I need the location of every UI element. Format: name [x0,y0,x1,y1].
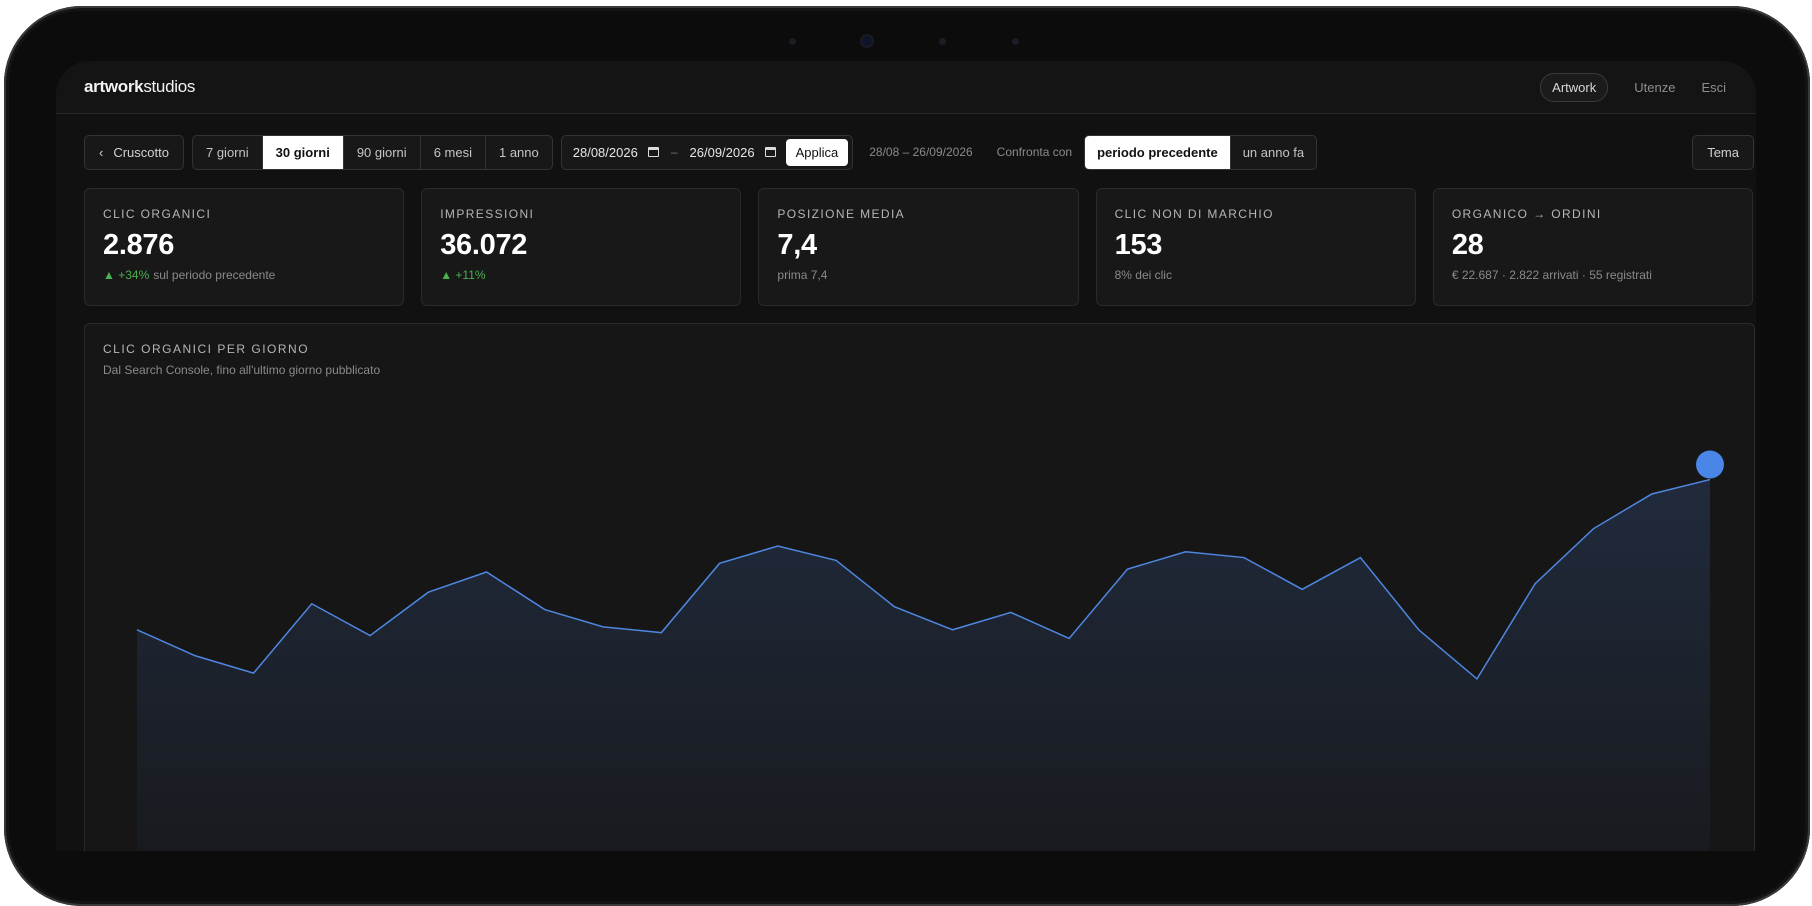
kpi-row: CLIC ORGANICI 2.876 ▲ +34% sul periodo pr… [84,188,1754,306]
camera-lens [862,36,873,46]
period-30-days[interactable]: 30 giorni [262,135,344,169]
calendar-icon[interactable] [647,147,659,157]
daily-clicks-chart [136,450,1724,851]
kpi-value: 2.876 [103,229,175,261]
kpi-card-impressions: IMPRESSIONI 36.072 ▲ +11% [421,188,742,306]
period-selector: 7 giorni 30 giorni 90 giorni 6 mesi 1 an… [191,134,553,170]
apply-button[interactable]: Applica [785,138,849,166]
kpi-card-organic-clicks: CLIC ORGANICI 2.876 ▲ +34% sul periodo pr… [84,188,405,306]
kpi-label: ORGANICO → ORDINI [1451,207,1602,221]
back-button[interactable]: ‹ Cruscotto [84,134,184,170]
compare-year-ago[interactable]: un anno fa [1231,136,1316,169]
camera-bar [779,28,1029,54]
kpi-delta: ▲ +11% [440,268,486,282]
chart-title: CLIC ORGANICI PER GIORNO [103,342,310,356]
kpi-value: 28 [1451,229,1484,261]
date-from-input[interactable]: 28/08/2026 [573,145,659,160]
kpi-sub: 8% dei clic [1114,268,1172,282]
kpi-value: 7,4 [777,229,817,261]
range-summary: 28/08 – 26/09/2026 [869,145,973,159]
kpi-card-non-brand-clicks: CLIC NON DI MARCHIO 153 8% dei clic [1095,188,1416,306]
calendar-icon[interactable] [764,147,776,157]
sensor-dot [789,37,796,45]
app-screen: artworkstudios Artwork Utenze Esci ‹ Cru… [56,61,1756,851]
kpi-card-organic-orders: ORGANICO → ORDINI 28 € 22.687 · 2.822 ar… [1432,188,1754,306]
period-1-year[interactable]: 1 anno [486,136,552,169]
theme-button[interactable]: Tema [1692,134,1754,170]
nav-item-artwork[interactable]: Artwork [1540,72,1609,102]
sensor-dot [1011,37,1019,45]
latest-point-marker[interactable] [1696,450,1724,479]
kpi-label: POSIZIONE MEDIA [777,207,906,221]
kpi-sub: € 22.687 · 2.822 arrivati · 55 registrat… [1451,268,1652,282]
period-6-months[interactable]: 6 mesi [421,135,486,169]
period-7-days[interactable]: 7 giorni [193,135,263,169]
period-90-days[interactable]: 90 giorni [344,135,421,169]
top-navigation: artworkstudios Artwork Utenze Esci [56,61,1756,114]
nav-item-utenze[interactable]: Utenze [1634,80,1675,95]
kpi-label: CLIC NON DI MARCHIO [1114,207,1274,221]
nav-right: Artwork Utenze Esci [1540,72,1726,102]
sensor-dot [938,37,946,45]
chevron-left-icon: ‹ [99,144,104,160]
compare-label: Confronta con [996,145,1073,159]
area-fill [137,479,1710,851]
date-range-picker: 28/08/2026 – 26/09/2026 Applica [560,134,854,170]
daily-clicks-chart-card: CLIC ORGANICI PER GIORNO Dal Search Cons… [84,323,1755,851]
nav-item-esci[interactable]: Esci [1701,80,1726,95]
kpi-sub: ▲ +11% [440,268,722,282]
kpi-label: IMPRESSIONI [440,207,535,221]
chart-subtitle: Dal Search Console, fino all'ultimo gior… [103,363,381,377]
kpi-delta: ▲ +34% [103,268,150,282]
brand-logo[interactable]: artworkstudios [84,77,195,97]
kpi-value: 36.072 [440,229,528,261]
toolbar: ‹ Cruscotto 7 giorni 30 giorni 90 giorni… [84,134,1756,170]
compare-selector: periodo precedente un anno fa [1084,134,1318,170]
kpi-value: 153 [1114,229,1163,261]
date-to-input[interactable]: 26/09/2026 [690,145,776,160]
kpi-sub: ▲ +34% sul periodo precedente [103,268,276,282]
kpi-card-average-position: POSIZIONE MEDIA 7,4 prima 7,4 [758,188,1079,306]
kpi-label: CLIC ORGANICI [103,207,212,221]
compare-previous-period[interactable]: periodo precedente [1085,135,1231,169]
kpi-sub: prima 7,4 [777,268,828,282]
date-separator: – [670,145,678,159]
